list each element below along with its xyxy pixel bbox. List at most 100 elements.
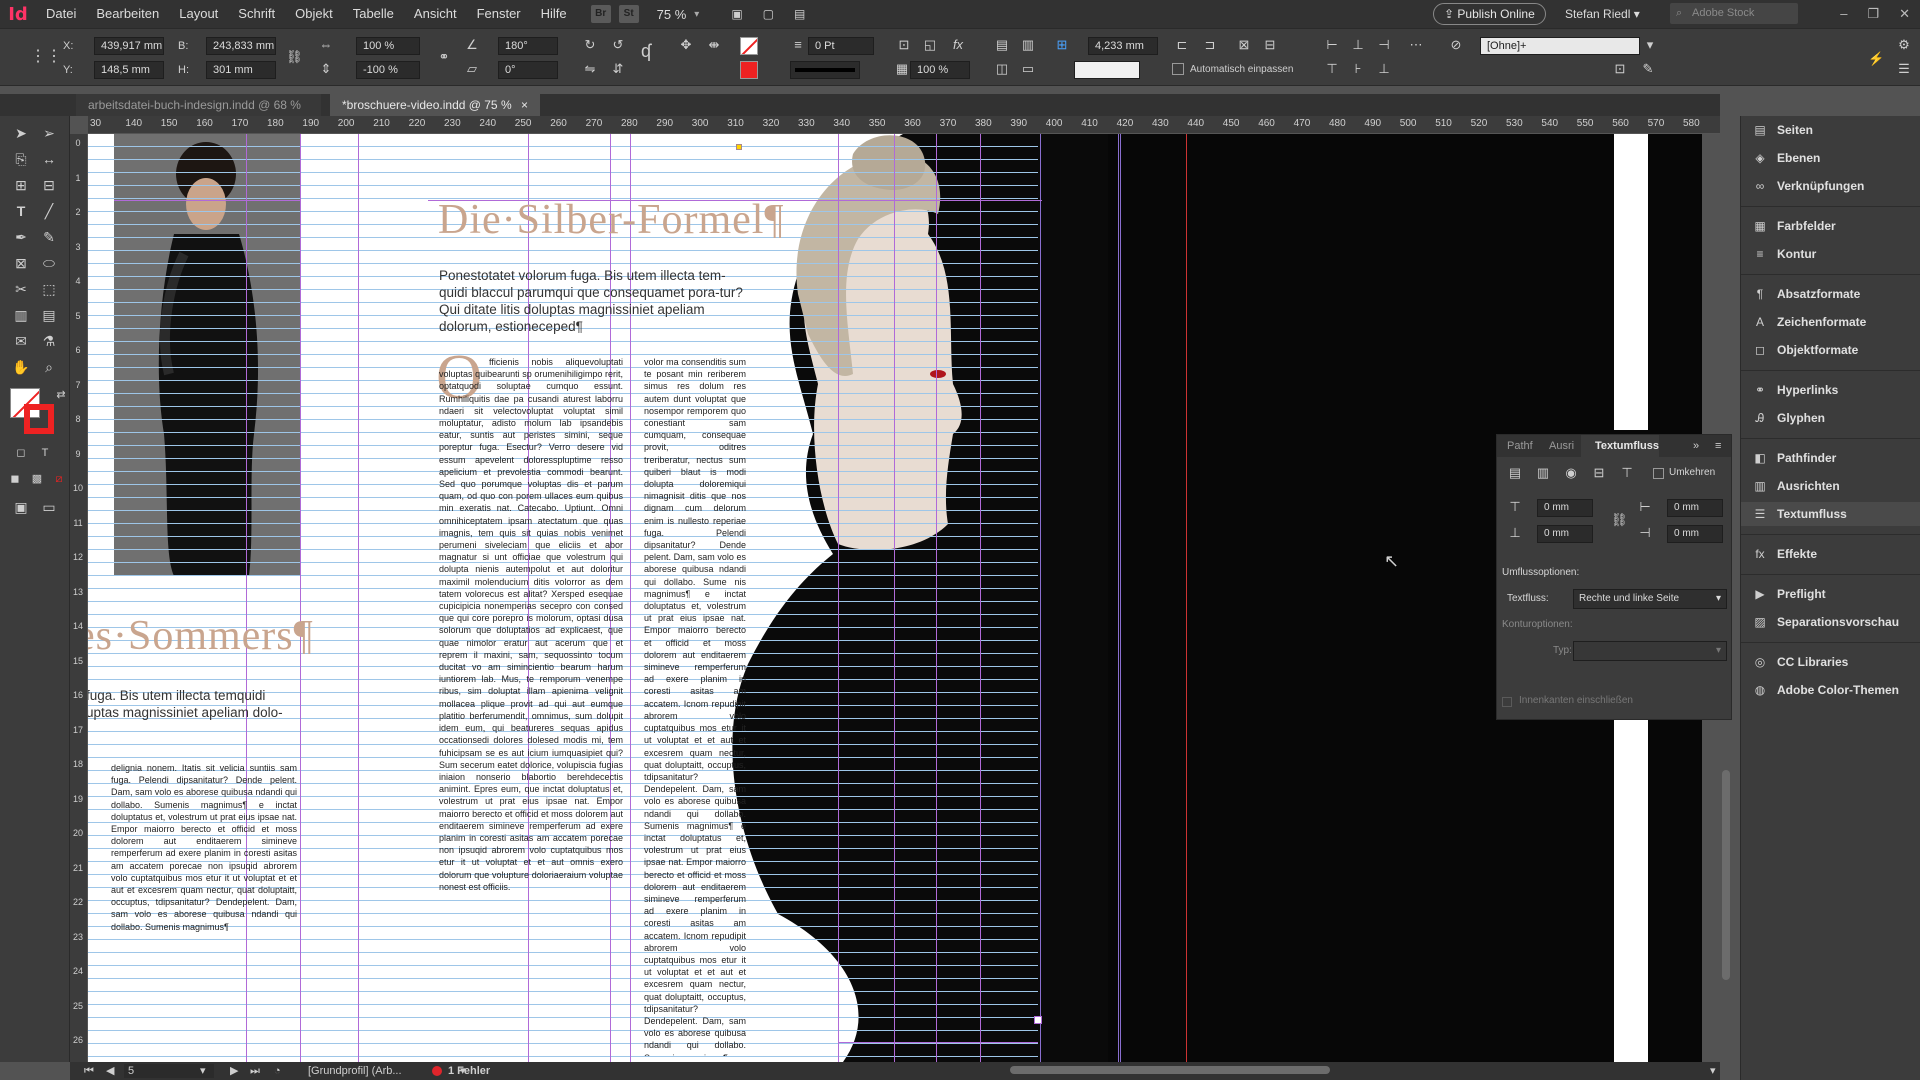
type-tool-icon[interactable]: T	[10, 200, 32, 222]
free-transform-tool-icon[interactable]: ⬚	[38, 278, 60, 300]
fill-swatch[interactable]	[740, 37, 758, 55]
gap-field[interactable]: 4,233 mm	[1088, 37, 1158, 55]
zoom-tool-icon[interactable]: ⌕	[38, 356, 60, 378]
align-top-icon[interactable]: ⊤	[1324, 61, 1340, 77]
distribute-icon[interactable]: ⊠	[1236, 37, 1252, 53]
stock-button[interactable]: St	[618, 5, 639, 23]
dock-item-farbfelder[interactable]: ▦ Farbfelder	[1741, 214, 1920, 238]
include-inside-checkbox[interactable]	[1502, 697, 1512, 707]
rotation-field[interactable]: 180°	[498, 37, 558, 55]
screen-mode-icon[interactable]: ▣	[731, 7, 742, 21]
dock-item-effekte[interactable]: fx Effekte	[1741, 542, 1920, 566]
dock-item-glyphen[interactable]: Ꭿ Glyphen	[1741, 406, 1920, 430]
dock-item-preflight[interactable]: ▶ Preflight	[1741, 582, 1920, 606]
body-column-left[interactable]: delignia nonem. Itatis sit velicia sunti…	[111, 762, 297, 1062]
rotate-cw-icon[interactable]: ↻	[582, 37, 598, 53]
dock-item-objektformate[interactable]: ◻ Objektformate	[1741, 338, 1920, 362]
dock-item-pathfinder[interactable]: ◧ Pathfinder	[1741, 446, 1920, 470]
invert-checkbox[interactable]	[1653, 468, 1664, 479]
ellipse-tool-icon[interactable]: ⬭	[38, 252, 60, 274]
flip-horizontal-icon[interactable]: ⇋	[582, 61, 598, 77]
select-container-icon[interactable]: ʠ	[638, 42, 654, 60]
stroke-swatch[interactable]	[740, 61, 758, 79]
clear-overrides-icon[interactable]: ⊡	[1612, 61, 1628, 77]
tab-align[interactable]: Ausri	[1549, 435, 1574, 457]
headline-right[interactable]: Die·Silber-Formel¶	[438, 196, 784, 244]
menu-layout[interactable]: Layout	[169, 0, 228, 28]
headline-left[interactable]: es·Sommers¶	[88, 612, 314, 660]
select-previous-icon[interactable]: ⇼	[706, 37, 722, 53]
close-tab-icon[interactable]: ×	[521, 98, 528, 112]
collapse-panel-icon[interactable]: »	[1693, 435, 1699, 457]
shear-field[interactable]: 0°	[498, 61, 558, 79]
panel-menu-icon[interactable]: ☰	[1896, 61, 1912, 77]
pencil-tool-icon[interactable]: ✎	[38, 226, 60, 248]
tab-pathfinder[interactable]: Pathf	[1507, 435, 1533, 457]
note-tool-icon[interactable]: ✉	[10, 330, 32, 352]
last-page-icon[interactable]: ⏭	[250, 1062, 260, 1080]
dock-item-verknüpfungen[interactable]: ∞ Verknüpfungen	[1741, 174, 1920, 198]
align-bottom-icon[interactable]: ⊥	[1376, 61, 1392, 77]
wrap-jump-object-icon[interactable]: ⊟	[1591, 465, 1607, 481]
publish-online-button[interactable]: ⇪ Publish Online	[1433, 3, 1546, 25]
stock-search[interactable]: ⌕ Adobe Stock	[1670, 3, 1798, 24]
height-field[interactable]: 301 mm	[206, 61, 276, 79]
gradient-swatch-tool-icon[interactable]: ▥	[10, 304, 32, 326]
preflight-errors[interactable]: 1 Fehler	[448, 1062, 490, 1080]
body-column-2[interactable]: volor ma consenditis sum te posant min r…	[644, 356, 746, 1056]
right-offset-field[interactable]: 0 mm	[1667, 525, 1723, 543]
tab-broschuere[interactable]: *broschuere-video.indd @ 75 % ×	[330, 94, 540, 116]
select-content-icon[interactable]: ✥	[678, 37, 694, 53]
menu-hilfe[interactable]: Hilfe	[531, 0, 577, 28]
dock-item-separationsvorschau[interactable]: ▨ Separationsvorschau	[1741, 610, 1920, 634]
y-field[interactable]: 148,5 mm	[94, 61, 164, 79]
tab-text-wrap[interactable]: Textumfluss	[1581, 435, 1659, 457]
zoom-level[interactable]: 75 %	[657, 7, 687, 22]
horizontal-ruler[interactable]: 30 140 150 160 170 180 190 200 210 220 230 240 250 26…	[88, 116, 1720, 134]
maximize-icon[interactable]: ❐	[1867, 0, 1879, 28]
x-field[interactable]: 439,917 mm	[94, 37, 164, 55]
arrange-documents-icon[interactable]: ▤	[794, 7, 805, 21]
fill-preview[interactable]	[1074, 61, 1140, 79]
first-page-icon[interactable]: ⏮	[84, 1062, 94, 1080]
menu-bearbeiten[interactable]: Bearbeiten	[86, 0, 169, 28]
fit-frame-icon[interactable]: ▭	[1020, 61, 1036, 77]
wrap-to-select[interactable]: Rechte und linke Seite ▾	[1573, 589, 1727, 609]
wrap-bounding-box-icon[interactable]: ▥	[1535, 465, 1551, 481]
dock-item-ausrichten[interactable]: ▥ Ausrichten	[1741, 474, 1920, 498]
previous-page-icon[interactable]: ◀	[106, 1062, 114, 1080]
line-tool-icon[interactable]: ╱	[38, 200, 60, 222]
stroke-weight-field[interactable]: 0 Pt	[808, 37, 874, 55]
chevron-down-icon[interactable]: ▾	[694, 9, 699, 20]
chevron-down-icon[interactable]: ▾	[1642, 37, 1658, 53]
minimize-icon[interactable]: –	[1840, 0, 1847, 28]
dock-item-zeichenformate[interactable]: A Zeichenformate	[1741, 310, 1920, 334]
content-collector-icon[interactable]: ⊞	[10, 174, 32, 196]
top-offset-field[interactable]: 0 mm	[1537, 499, 1593, 517]
open-document-icon[interactable]: ◔	[274, 1062, 281, 1080]
panel-menu-icon[interactable]: ≡	[1715, 435, 1721, 457]
text-wrap-none-icon[interactable]: ▤	[994, 37, 1010, 53]
drop-shadow-icon[interactable]: ◱	[922, 37, 938, 53]
swap-colors-icon[interactable]: ⇄	[50, 384, 72, 406]
text-wrap-bounding-icon[interactable]: ▥	[1020, 37, 1036, 53]
menu-datei[interactable]: Datei	[36, 0, 86, 28]
tab-arbeitsdatei[interactable]: arbeitsdatei-buch-indesign.indd @ 68 % ×	[76, 94, 321, 134]
wrap-next-column-icon[interactable]: ⊤	[1619, 465, 1635, 481]
gap-tool-icon[interactable]: ↔	[38, 148, 60, 170]
align-left-icon[interactable]: ⊢	[1324, 37, 1340, 53]
width-field[interactable]: 243,833 mm	[206, 37, 276, 55]
view-options-icon[interactable]: ▢	[763, 7, 774, 21]
distribute-center-icon[interactable]: ⊟	[1262, 37, 1278, 53]
horizontal-scrollbar[interactable]	[1010, 1066, 1330, 1074]
align-left-edges-icon[interactable]: ⊏	[1174, 37, 1190, 53]
apply-none-icon[interactable]: ⧄	[48, 468, 70, 490]
normal-view-icon[interactable]: ▣	[10, 496, 32, 518]
effects-icon[interactable]: fx	[950, 37, 966, 53]
dock-item-adobe-color-themen[interactable]: ◍ Adobe Color-Themen	[1741, 678, 1920, 702]
quick-apply-icon[interactable]: ⚡	[1868, 51, 1884, 67]
page-tool-icon[interactable]: ⎘	[10, 148, 32, 170]
fitting-icon[interactable]: ◫	[994, 61, 1010, 77]
eyedropper-tool-icon[interactable]: ⚗	[38, 330, 60, 352]
rectangle-frame-tool-icon[interactable]: ⊠	[10, 252, 32, 274]
